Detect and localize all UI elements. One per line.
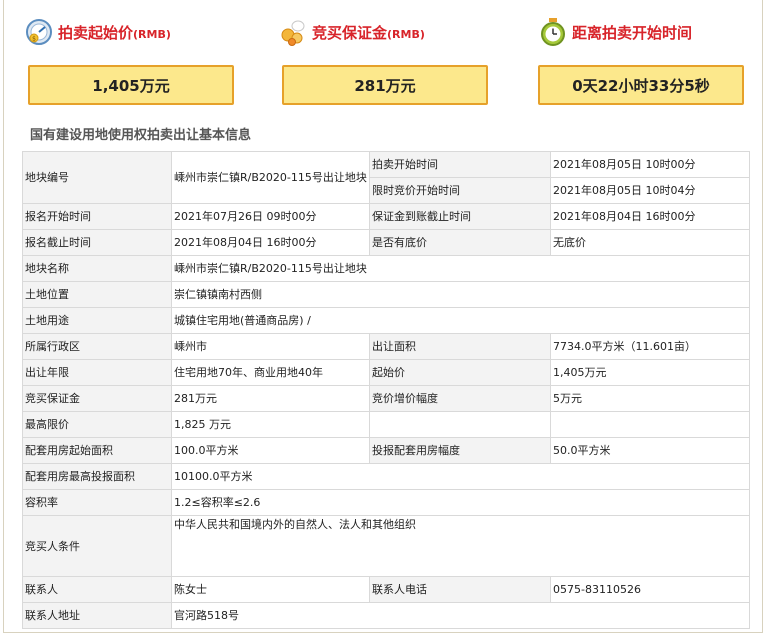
row-value: 5万元 [550, 385, 750, 412]
row-value: 2021年08月05日 10时04分 [550, 177, 750, 204]
row-value: 0575-83110526 [550, 576, 750, 603]
row-value: 2021年08月05日 10时00分 [550, 151, 750, 178]
row-label: 容积率 [22, 489, 172, 516]
coins-icon [278, 17, 308, 47]
svg-text:$: $ [32, 36, 36, 43]
row-label: 地块编号 [22, 151, 172, 204]
section-title: 国有建设用地使用权拍卖出让基本信息 [30, 128, 252, 143]
row-value: 官河路518号 [171, 602, 750, 629]
row-value: 崇仁镇镇南村西侧 [171, 281, 750, 308]
row-value: 2021年07月26日 09时00分 [171, 203, 370, 230]
row-label: 土地位置 [22, 281, 172, 308]
row-label: 联系人电话 [369, 576, 551, 603]
row-label: 出让面积 [369, 333, 551, 360]
start-price-header: $ 拍卖起始价(RMB) [24, 14, 274, 50]
gauge-icon: $ [24, 17, 54, 47]
row-value: 嵊州市 [171, 333, 370, 360]
land-info-table: 地块编号 嵊州市崇仁镇R/B2020-115号出让地块 拍卖开始时间 2021年… [22, 151, 750, 629]
row-label: 最高限价 [22, 411, 172, 438]
row-label: 联系人地址 [22, 602, 172, 629]
start-price-label: 拍卖起始价(RMB) [58, 23, 171, 42]
row-value: 7734.0平方米（11.601亩） [550, 333, 750, 360]
table-row: 联系人 陈女士 联系人电话 0575-83110526 [22, 576, 750, 603]
row-label: 所属行政区 [22, 333, 172, 360]
deposit-stat: 竞买保证金(RMB) 281万元 [278, 14, 528, 105]
row-value: 2021年08月04日 16时00分 [171, 229, 370, 256]
row-label: 配套用房起始面积 [22, 437, 172, 464]
row-label: 配套用房最高投报面积 [22, 463, 172, 490]
table-row: 竞买人条件 中华人民共和国境内外的自然人、法人和其他组织 [22, 515, 750, 577]
row-label: 报名截止时间 [22, 229, 172, 256]
row-label: 出让年限 [22, 359, 172, 386]
table-row: 地块编号 嵊州市崇仁镇R/B2020-115号出让地块 拍卖开始时间 2021年… [22, 151, 750, 204]
row-label: 竞价增价幅度 [369, 385, 551, 412]
table-row: 报名开始时间 2021年07月26日 09时00分 保证金到账截止时间 2021… [22, 203, 750, 230]
auction-stats: $ 拍卖起始价(RMB) 1,405万元 竞买保证金(RMB) 281万元 距离… [4, 14, 762, 114]
table-row: 配套用房最高投报面积 10100.0平方米 [22, 463, 750, 490]
row-label: 地块名称 [22, 255, 172, 282]
row-label: 限时竞价开始时间 [369, 177, 551, 204]
row-label: 联系人 [22, 576, 172, 603]
row-value: 嵊州市崇仁镇R/B2020-115号出让地块 [171, 255, 750, 282]
countdown-label: 距离拍卖开始时间 [572, 23, 693, 42]
table-row: 土地位置 崇仁镇镇南村西侧 [22, 281, 750, 308]
countdown-stat: 距离拍卖开始时间 0天22小时33分5秒 [538, 14, 768, 105]
deposit-label: 竞买保证金(RMB) [312, 23, 425, 42]
table-row: 报名截止时间 2021年08月04日 16时00分 是否有底价 无底价 [22, 229, 750, 256]
deposit-header: 竞买保证金(RMB) [278, 14, 528, 50]
start-price-value: 1,405万元 [28, 65, 234, 105]
row-label: 报名开始时间 [22, 203, 172, 230]
row-empty [550, 411, 750, 438]
row-value: 住宅用地70年、商业用地40年 [171, 359, 370, 386]
row-value: 1,405万元 [550, 359, 750, 386]
row-value: 2021年08月04日 16时00分 [550, 203, 750, 230]
countdown-value: 0天22小时33分5秒 [538, 65, 744, 105]
table-row: 所属行政区 嵊州市 出让面积 7734.0平方米（11.601亩） [22, 333, 750, 360]
row-value: 1,825 万元 [171, 411, 370, 438]
table-row: 配套用房起始面积 100.0平方米 投报配套用房幅度 50.0平方米 [22, 437, 750, 464]
row-value: 281万元 [171, 385, 370, 412]
row-value: 城镇住宅用地(普通商品房) / [171, 307, 750, 334]
clock-icon [538, 17, 568, 47]
page-frame: $ 拍卖起始价(RMB) 1,405万元 竞买保证金(RMB) 281万元 距离… [3, 0, 763, 633]
row-label: 土地用途 [22, 307, 172, 334]
row-value: 50.0平方米 [550, 437, 750, 464]
row-value: 无底价 [550, 229, 750, 256]
row-value: 中华人民共和国境内外的自然人、法人和其他组织 [171, 515, 750, 577]
row-label: 投报配套用房幅度 [369, 437, 551, 464]
row-value: 嵊州市崇仁镇R/B2020-115号出让地块 [171, 151, 370, 204]
row-label: 竞买保证金 [22, 385, 172, 412]
countdown-header: 距离拍卖开始时间 [538, 14, 768, 50]
table-row: 地块名称 嵊州市崇仁镇R/B2020-115号出让地块 [22, 255, 750, 282]
row-label: 竞买人条件 [22, 515, 172, 577]
row-empty [369, 411, 551, 438]
start-price-stat: $ 拍卖起始价(RMB) 1,405万元 [24, 14, 274, 105]
row-value: 100.0平方米 [171, 437, 370, 464]
table-row: 竞买保证金 281万元 竞价增价幅度 5万元 [22, 385, 750, 412]
row-value: 1.2≤容积率≤2.6 [171, 489, 750, 516]
deposit-value: 281万元 [282, 65, 488, 105]
row-value: 陈女士 [171, 576, 370, 603]
table-row: 联系人地址 官河路518号 [22, 602, 750, 629]
row-label: 是否有底价 [369, 229, 551, 256]
row-label: 保证金到账截止时间 [369, 203, 551, 230]
table-row: 容积率 1.2≤容积率≤2.6 [22, 489, 750, 516]
table-row: 土地用途 城镇住宅用地(普通商品房) / [22, 307, 750, 334]
row-label: 起始价 [369, 359, 551, 386]
row-value: 10100.0平方米 [171, 463, 750, 490]
row-label: 拍卖开始时间 [369, 151, 551, 178]
table-row: 出让年限 住宅用地70年、商业用地40年 起始价 1,405万元 [22, 359, 750, 386]
table-row: 最高限价 1,825 万元 [22, 411, 750, 438]
